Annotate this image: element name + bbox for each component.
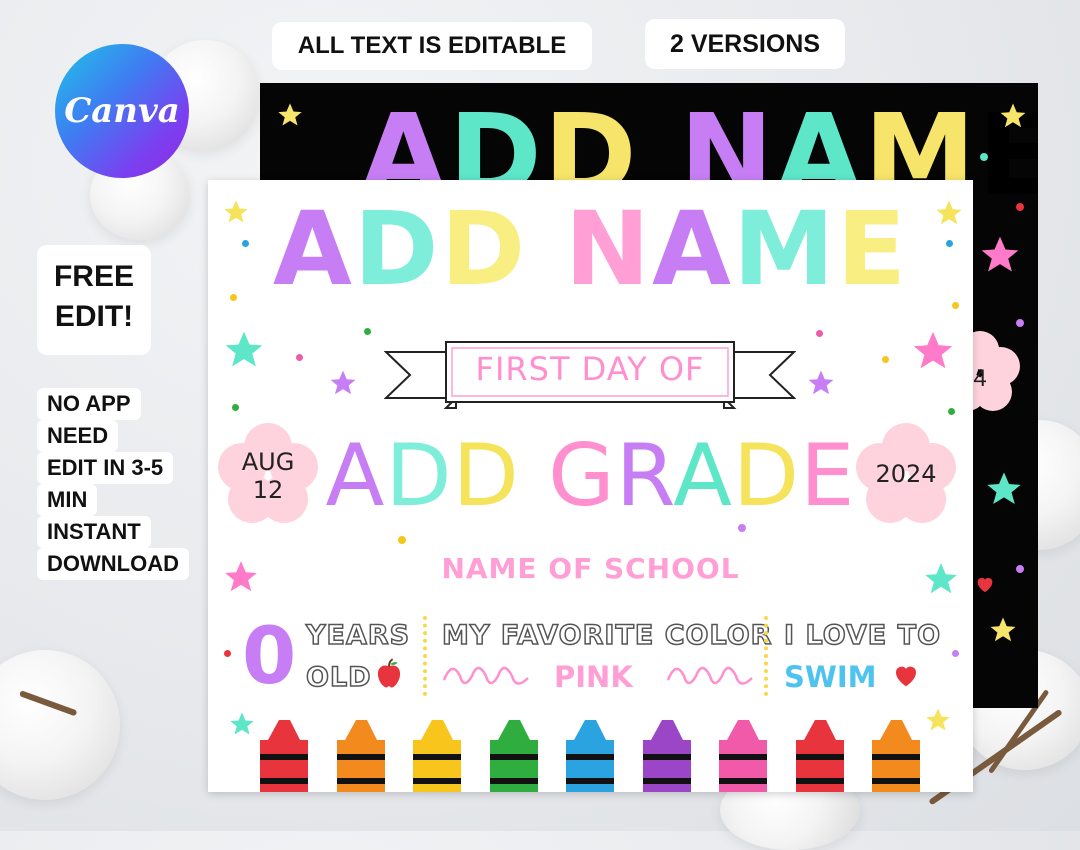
confetti-dot bbox=[1016, 203, 1024, 211]
confetti-dot bbox=[952, 302, 959, 309]
age-label-years: YEARS bbox=[305, 619, 411, 652]
crayon-icon bbox=[337, 720, 385, 792]
crayon-icon bbox=[643, 720, 691, 792]
heart-icon bbox=[895, 666, 917, 687]
confetti-dot bbox=[398, 536, 406, 544]
favorite-color-label: MY FAVORITE COLOR bbox=[441, 619, 773, 652]
free-edit-line2: EDIT! bbox=[54, 300, 134, 333]
star-icon bbox=[926, 708, 950, 731]
star-icon bbox=[278, 103, 302, 126]
confetti-dot bbox=[224, 650, 231, 657]
free-edit-label: FREE EDIT! bbox=[37, 245, 151, 355]
crayon-icon bbox=[796, 720, 844, 792]
free-edit-line1: FREE bbox=[53, 260, 134, 293]
star-icon bbox=[936, 200, 962, 225]
confetti-dot bbox=[232, 404, 239, 411]
confetti-dot bbox=[946, 240, 953, 247]
feature-line: EDIT IN 3-5 bbox=[37, 452, 174, 484]
age-label-old: OLD bbox=[305, 661, 372, 694]
feature-line: DOWNLOAD bbox=[37, 548, 189, 580]
feature-line: MIN bbox=[37, 484, 98, 516]
year-flower: 2024 bbox=[856, 418, 956, 528]
name-title: ADD NAME bbox=[272, 190, 909, 309]
confetti-dot bbox=[738, 524, 746, 532]
editable-label: ALL TEXT IS EDITABLE bbox=[272, 22, 592, 70]
divider bbox=[764, 616, 768, 696]
confetti-dot bbox=[230, 294, 237, 301]
age-number: 0 bbox=[242, 612, 297, 702]
feature-line: NO APP bbox=[37, 388, 141, 420]
swirl-icon bbox=[666, 666, 753, 685]
banner-text: FIRST DAY OF bbox=[475, 350, 705, 388]
confetti-dot bbox=[296, 354, 303, 361]
feature-line: NEED bbox=[37, 420, 119, 452]
crayon-icon bbox=[872, 720, 920, 792]
confetti-dot bbox=[1016, 319, 1024, 327]
crayon-row bbox=[260, 720, 920, 792]
star-icon bbox=[224, 200, 248, 223]
star-icon bbox=[990, 617, 1016, 642]
star-icon bbox=[230, 712, 254, 735]
crayon-icon bbox=[566, 720, 614, 792]
feature-line: INSTANT bbox=[37, 516, 151, 548]
confetti-dot bbox=[1016, 565, 1024, 573]
confetti-dot bbox=[952, 650, 959, 657]
confetti-dot bbox=[242, 240, 249, 247]
star-icon bbox=[987, 472, 1021, 504]
school-name: NAME OF SCHOOL bbox=[441, 552, 740, 585]
confetti-dot bbox=[882, 356, 889, 363]
love-to-label: I LOVE TO bbox=[783, 619, 942, 652]
star-icon bbox=[808, 370, 834, 395]
crayon-icon bbox=[719, 720, 767, 792]
confetti-dot bbox=[980, 153, 988, 161]
date-day: 12 bbox=[252, 476, 284, 504]
confetti-dot bbox=[948, 408, 955, 415]
star-icon bbox=[981, 236, 1019, 272]
feature-list: NO APP NEED EDIT IN 3-5 MIN INSTANT DOWN… bbox=[37, 388, 189, 580]
year-text: 2024 bbox=[875, 460, 937, 488]
date-text: AUG 12 bbox=[218, 448, 318, 504]
confetti-dot bbox=[816, 330, 823, 337]
date-month: AUG bbox=[241, 448, 295, 476]
favorite-color-value: PINK bbox=[554, 660, 633, 694]
crayon-icon bbox=[260, 720, 308, 792]
star-icon bbox=[1000, 103, 1026, 128]
crayon-icon bbox=[413, 720, 461, 792]
love-to-value: SWIM bbox=[784, 660, 877, 694]
heart-icon bbox=[977, 577, 993, 593]
confetti-dot bbox=[364, 328, 371, 335]
crayon-icon bbox=[490, 720, 538, 792]
versions-label: 2 VERSIONS bbox=[645, 19, 845, 69]
star-icon bbox=[225, 561, 257, 592]
star-icon bbox=[330, 370, 356, 395]
star-icon bbox=[925, 563, 957, 594]
apple-icon bbox=[377, 658, 401, 688]
divider bbox=[423, 616, 427, 696]
cotton-ball-decor bbox=[0, 650, 120, 800]
date-flower: AUG 12 bbox=[218, 418, 318, 528]
star-icon bbox=[913, 331, 953, 369]
front-card-light-version: ADD NAME FIRST DAY OF ADD GRADE AUG 12 2… bbox=[208, 180, 973, 792]
swirl-icon bbox=[442, 666, 529, 685]
canva-logo-icon: Canva bbox=[55, 44, 189, 178]
star-icon bbox=[225, 331, 263, 367]
